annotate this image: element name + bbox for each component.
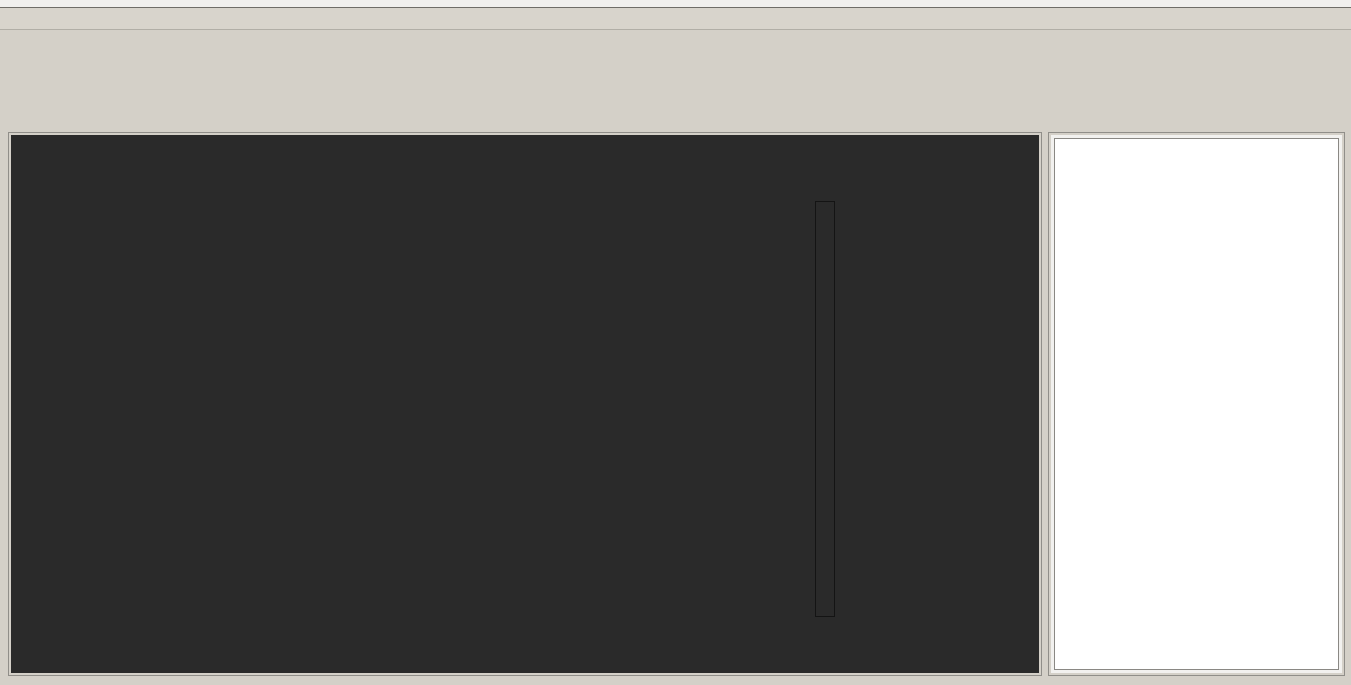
targets-table-header — [1055, 139, 1338, 161]
targets-table — [1054, 138, 1339, 670]
toolbar — [0, 30, 1351, 82]
range-doppler-plot — [11, 135, 1039, 673]
radar-app-window — [0, 0, 1351, 685]
colorbar-canvas — [815, 201, 835, 617]
range-doppler-heatmap-canvas — [143, 201, 775, 613]
menu-bar — [0, 0, 1351, 8]
detected-targets-groupbox — [1048, 132, 1345, 676]
range-doppler-groupbox — [8, 132, 1042, 676]
detected-targets-panel — [1051, 135, 1342, 673]
system-control-strip — [0, 8, 1351, 30]
